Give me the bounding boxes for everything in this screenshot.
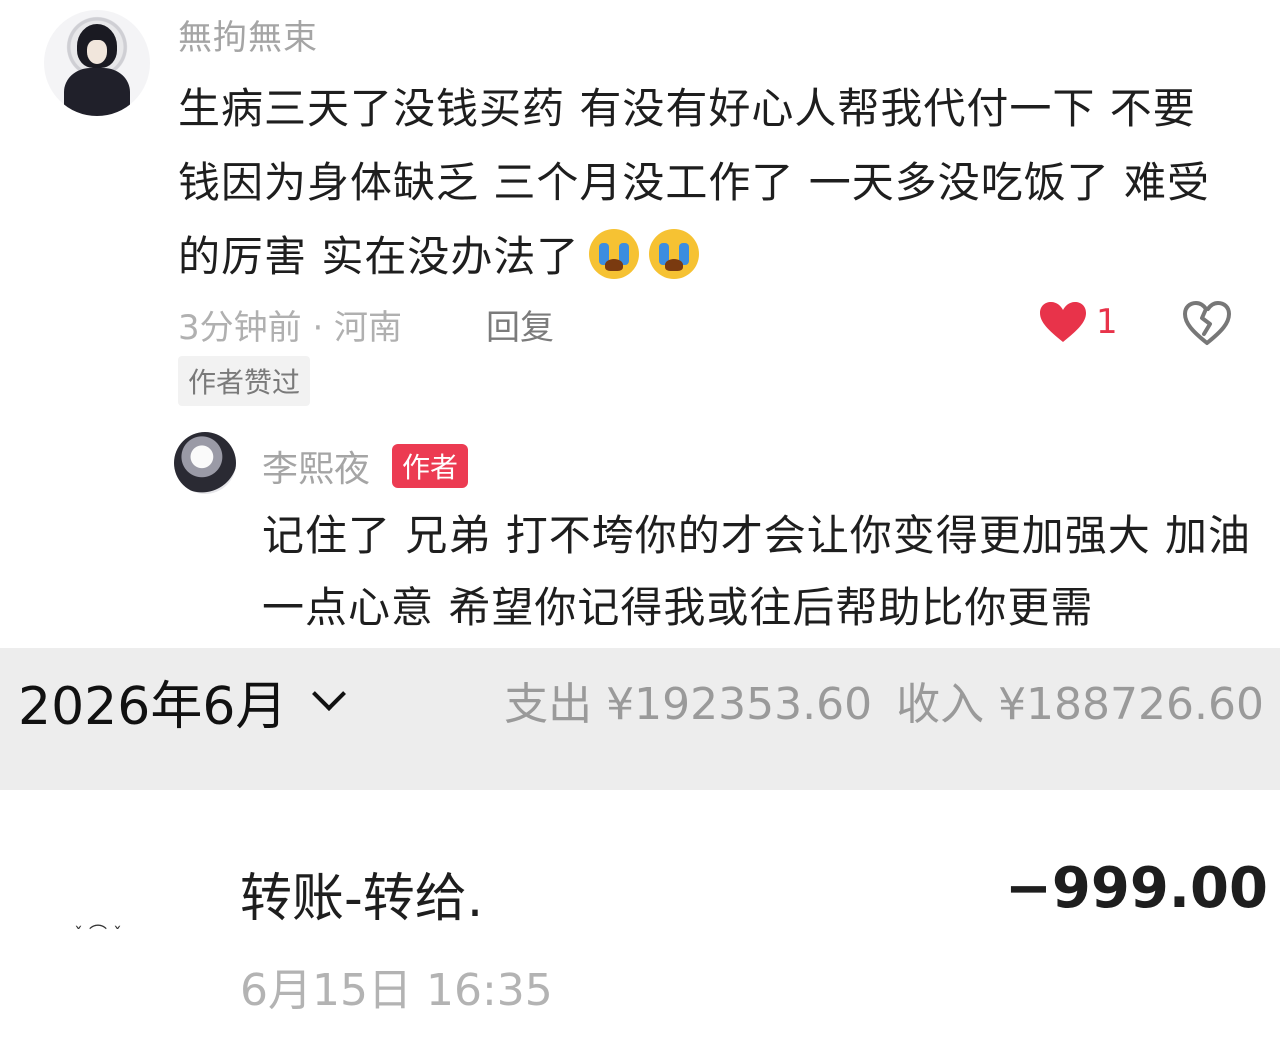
author-badge: 作者 bbox=[392, 444, 469, 488]
crying-face-icon bbox=[649, 229, 700, 279]
month-selector[interactable]: 2026年6月 bbox=[18, 664, 347, 739]
month-label: 2026年6月 bbox=[18, 677, 288, 737]
chevron-down-icon bbox=[312, 676, 347, 711]
heart-icon[interactable] bbox=[1038, 300, 1088, 344]
comment-section: 無拘無束 生病三天了没钱买药 有没有好心人帮我代付一下 不要钱因为身体缺乏 三个… bbox=[0, 0, 1280, 648]
month-totals: 支出 ¥192353.60 收入 ¥188726.60 bbox=[494, 668, 1264, 732]
reply-text: 记住了 兄弟 打不垮你的才会让你变得更加强大 加油一点心意 希望你记得我或往后帮… bbox=[262, 511, 1252, 632]
author-avatar[interactable] bbox=[174, 432, 236, 494]
commenter-avatar[interactable] bbox=[44, 10, 150, 116]
like-count: 1 bbox=[1096, 302, 1118, 342]
reply-button[interactable]: 回复 bbox=[486, 300, 554, 349]
transaction-row[interactable] bbox=[0, 790, 1280, 1058]
avatar-glyph-icon: ˇ⌒ˇ bbox=[74, 924, 128, 945]
author-liked-tag: 作者赞过 bbox=[178, 356, 311, 406]
comment-text: 生病三天了没钱买药 有没有好心人帮我代付一下 不要钱因为身体缺乏 三个月没工作了… bbox=[178, 72, 1238, 294]
author-username[interactable]: 李熙夜 bbox=[262, 440, 370, 492]
transaction-avatar: ˇ⌒ˇ bbox=[60, 850, 180, 970]
commenter-username[interactable]: 無拘無束 bbox=[178, 10, 318, 59]
broken-heart-icon[interactable] bbox=[1182, 300, 1232, 346]
transaction-title: 转账-转给. bbox=[240, 869, 484, 929]
income-total: 收入 ¥188726.60 bbox=[896, 679, 1264, 730]
crying-face-icon bbox=[589, 229, 640, 279]
comment-meta: 3分钟前 · 河南 bbox=[178, 308, 403, 348]
transaction-time: 6月15日 16:35 bbox=[240, 965, 553, 1016]
transaction-amount: −999.00 bbox=[1004, 856, 1268, 921]
expense-total: 支出 ¥192353.60 bbox=[504, 679, 873, 730]
